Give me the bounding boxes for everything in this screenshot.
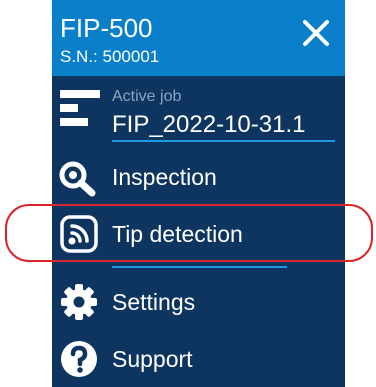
- device-serial-number: S.N.: 500001: [60, 47, 160, 66]
- menu-item-label: Support: [112, 346, 193, 372]
- close-button[interactable]: [301, 18, 331, 48]
- device-name: FIP-500: [60, 13, 153, 43]
- menu-item-label: Inspection: [112, 164, 217, 190]
- menu-item-support[interactable]: Support: [52, 332, 345, 384]
- active-job-value: FIP_2022-10-31.1: [112, 111, 306, 138]
- screen: FIP-500 S.N.: 500001 Active job FIP_2022…: [0, 0, 376, 387]
- active-job-underline: [112, 140, 335, 142]
- tip-detection-icon: [60, 215, 98, 253]
- menu-item-tip-detection[interactable]: Tip detection: [52, 207, 345, 259]
- menu-item-settings[interactable]: Settings: [52, 276, 345, 326]
- active-job-selector[interactable]: Active job FIP_2022-10-31.1: [52, 80, 345, 146]
- side-menu-panel: FIP-500 S.N.: 500001 Active job FIP_2022…: [52, 0, 345, 387]
- menu-item-label: Settings: [112, 289, 196, 315]
- magnifier-icon: [59, 161, 96, 197]
- help-icon: [61, 341, 97, 377]
- menu-item-inspection[interactable]: Inspection: [52, 150, 345, 202]
- close-icon: [303, 20, 329, 46]
- menu-item-label: Tip detection: [112, 221, 243, 247]
- job-list-icon: [60, 90, 100, 126]
- menu-divider: [112, 266, 287, 268]
- active-job-caption: Active job: [112, 88, 182, 105]
- gear-icon: [61, 284, 97, 320]
- device-header: FIP-500 S.N.: 500001: [52, 0, 345, 76]
